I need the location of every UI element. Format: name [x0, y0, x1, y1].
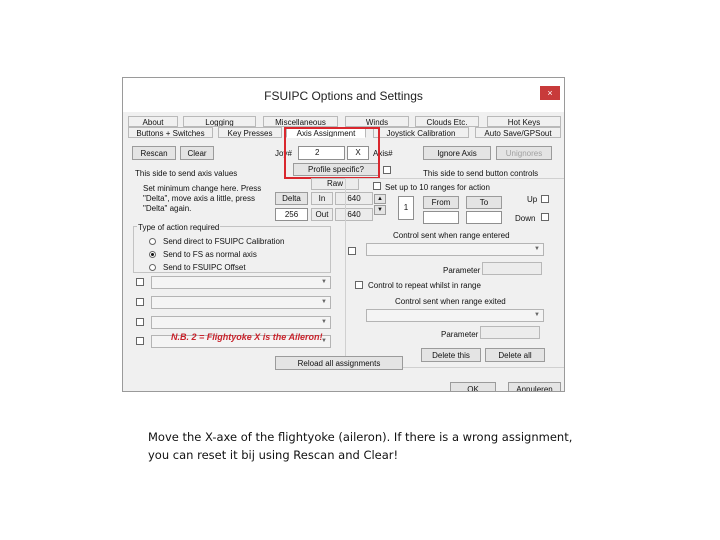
- tab-about[interactable]: About: [128, 116, 178, 127]
- axis-checkbox-3[interactable]: [136, 318, 144, 326]
- delta-button[interactable]: Delta: [275, 192, 308, 205]
- to-value-field[interactable]: [466, 211, 502, 224]
- reload-assignments-button[interactable]: Reload all assignments: [275, 356, 403, 370]
- tab-key-presses[interactable]: Key Presses: [218, 127, 282, 138]
- instruction-line-1: Set minimum change here. Press: [143, 184, 262, 193]
- control-entered-label: Control sent when range entered: [393, 231, 510, 240]
- chevron-down-icon: ▼: [534, 312, 540, 318]
- tab-joystick-calibration[interactable]: Joystick Calibration: [373, 127, 469, 138]
- note-text: N.B. 2 = Flightyoke X is the Aileron!: [171, 332, 323, 342]
- chevron-down-icon: ▼: [321, 279, 327, 285]
- axis-side-label: This side to send axis values: [135, 169, 238, 178]
- in-label: In: [311, 192, 333, 205]
- control-entered-dropdown[interactable]: ▼: [366, 243, 544, 256]
- to-button[interactable]: To: [466, 196, 502, 209]
- axis-checkbox-1[interactable]: [136, 278, 144, 286]
- delete-this-button[interactable]: Delete this: [421, 348, 481, 362]
- title-bar: FSUIPC Options and Settings ×: [123, 78, 564, 112]
- tab-logging[interactable]: Logging: [183, 116, 256, 127]
- clear-button[interactable]: Clear: [180, 146, 214, 160]
- ranges-label: Set up to 10 ranges for action: [385, 183, 490, 192]
- range-index-field[interactable]: 1: [398, 196, 414, 220]
- instruction-line-2: "Delta", move axis a little, press: [143, 194, 255, 203]
- button-side-label: This side to send button controls: [423, 169, 539, 178]
- cancel-button[interactable]: Annuleren: [508, 382, 561, 391]
- axis-control-dropdown-3[interactable]: ▼: [151, 316, 331, 329]
- action-type-label: Type of action required: [137, 223, 221, 232]
- tab-miscellaneous[interactable]: Miscellaneous: [263, 116, 338, 127]
- repeat-checkbox[interactable]: [355, 281, 363, 289]
- radio-fsuipc-calibration-label: Send direct to FSUIPC Calibration: [163, 237, 285, 246]
- tab-buttons-switches[interactable]: Buttons + Switches: [128, 127, 213, 138]
- profile-specific-checkbox[interactable]: [383, 166, 391, 174]
- radio-normal-axis[interactable]: [149, 251, 156, 258]
- caption: Move the X-axe of the flightyoke (ailero…: [148, 428, 588, 464]
- tab-auto-save-gpsout[interactable]: Auto Save/GPSout: [475, 127, 561, 138]
- radio-fsuipc-offset-label: Send to FSUIPC Offset: [163, 263, 246, 272]
- ignore-axis-button[interactable]: Ignore Axis: [423, 146, 491, 160]
- control-exited-label: Control sent when range exited: [395, 297, 506, 306]
- axis-control-dropdown-1[interactable]: ▼: [151, 276, 331, 289]
- axis-control-dropdown-2[interactable]: ▼: [151, 296, 331, 309]
- unignore-button[interactable]: Unignores: [496, 146, 552, 160]
- parameter-2-field[interactable]: [480, 326, 540, 339]
- radio-normal-axis-label: Send to FS as normal axis: [163, 250, 257, 259]
- caption-line-2: you can reset it bij using Rescan and Cl…: [148, 448, 399, 462]
- repeat-label: Control to repeat whilst in range: [368, 281, 481, 290]
- rescan-button[interactable]: Rescan: [132, 146, 176, 160]
- delta-value-field[interactable]: 256: [275, 208, 308, 221]
- from-button[interactable]: From: [423, 196, 459, 209]
- ok-button[interactable]: OK: [450, 382, 496, 391]
- control-entered-checkbox[interactable]: [348, 247, 356, 255]
- parameter-1-label: Parameter: [443, 266, 481, 275]
- close-icon[interactable]: ×: [540, 86, 560, 100]
- parameter-1-field[interactable]: [482, 262, 542, 275]
- control-exited-dropdown[interactable]: ▼: [366, 309, 544, 322]
- chevron-down-icon: ▼: [321, 299, 327, 305]
- up-label: Up: [527, 195, 538, 204]
- up-checkbox[interactable]: [541, 195, 549, 203]
- tab-clouds[interactable]: Clouds Etc.: [415, 116, 479, 127]
- caption-line-1: Move the X-axe of the flightyoke (ailero…: [148, 430, 573, 444]
- tab-winds[interactable]: Winds: [345, 116, 409, 127]
- chevron-down-icon: ▼: [534, 246, 540, 252]
- radio-fsuipc-calibration[interactable]: [149, 238, 156, 245]
- axis-highlight-box: [284, 127, 380, 179]
- axis-checkbox-2[interactable]: [136, 298, 144, 306]
- fsuipc-dialog: FSUIPC Options and Settings × About Logg…: [122, 77, 565, 392]
- out-label: Out: [311, 208, 333, 221]
- delete-all-button[interactable]: Delete all: [485, 348, 545, 362]
- radio-fsuipc-offset[interactable]: [149, 264, 156, 271]
- axis-checkbox-4[interactable]: [136, 337, 144, 345]
- chevron-down-icon: ▼: [321, 319, 327, 325]
- ranges-checkbox[interactable]: [373, 182, 381, 190]
- tab-hot-keys[interactable]: Hot Keys: [487, 116, 561, 127]
- from-value-field[interactable]: [423, 211, 459, 224]
- down-checkbox[interactable]: [541, 213, 549, 221]
- range-up-icon[interactable]: ▲: [374, 194, 386, 204]
- down-label: Down: [515, 214, 536, 223]
- instruction-line-3: "Delta" again.: [143, 204, 192, 213]
- window-title: FSUIPC Options and Settings: [264, 89, 423, 103]
- range-down-icon[interactable]: ▼: [374, 205, 386, 215]
- parameter-2-label: Parameter: [441, 330, 479, 339]
